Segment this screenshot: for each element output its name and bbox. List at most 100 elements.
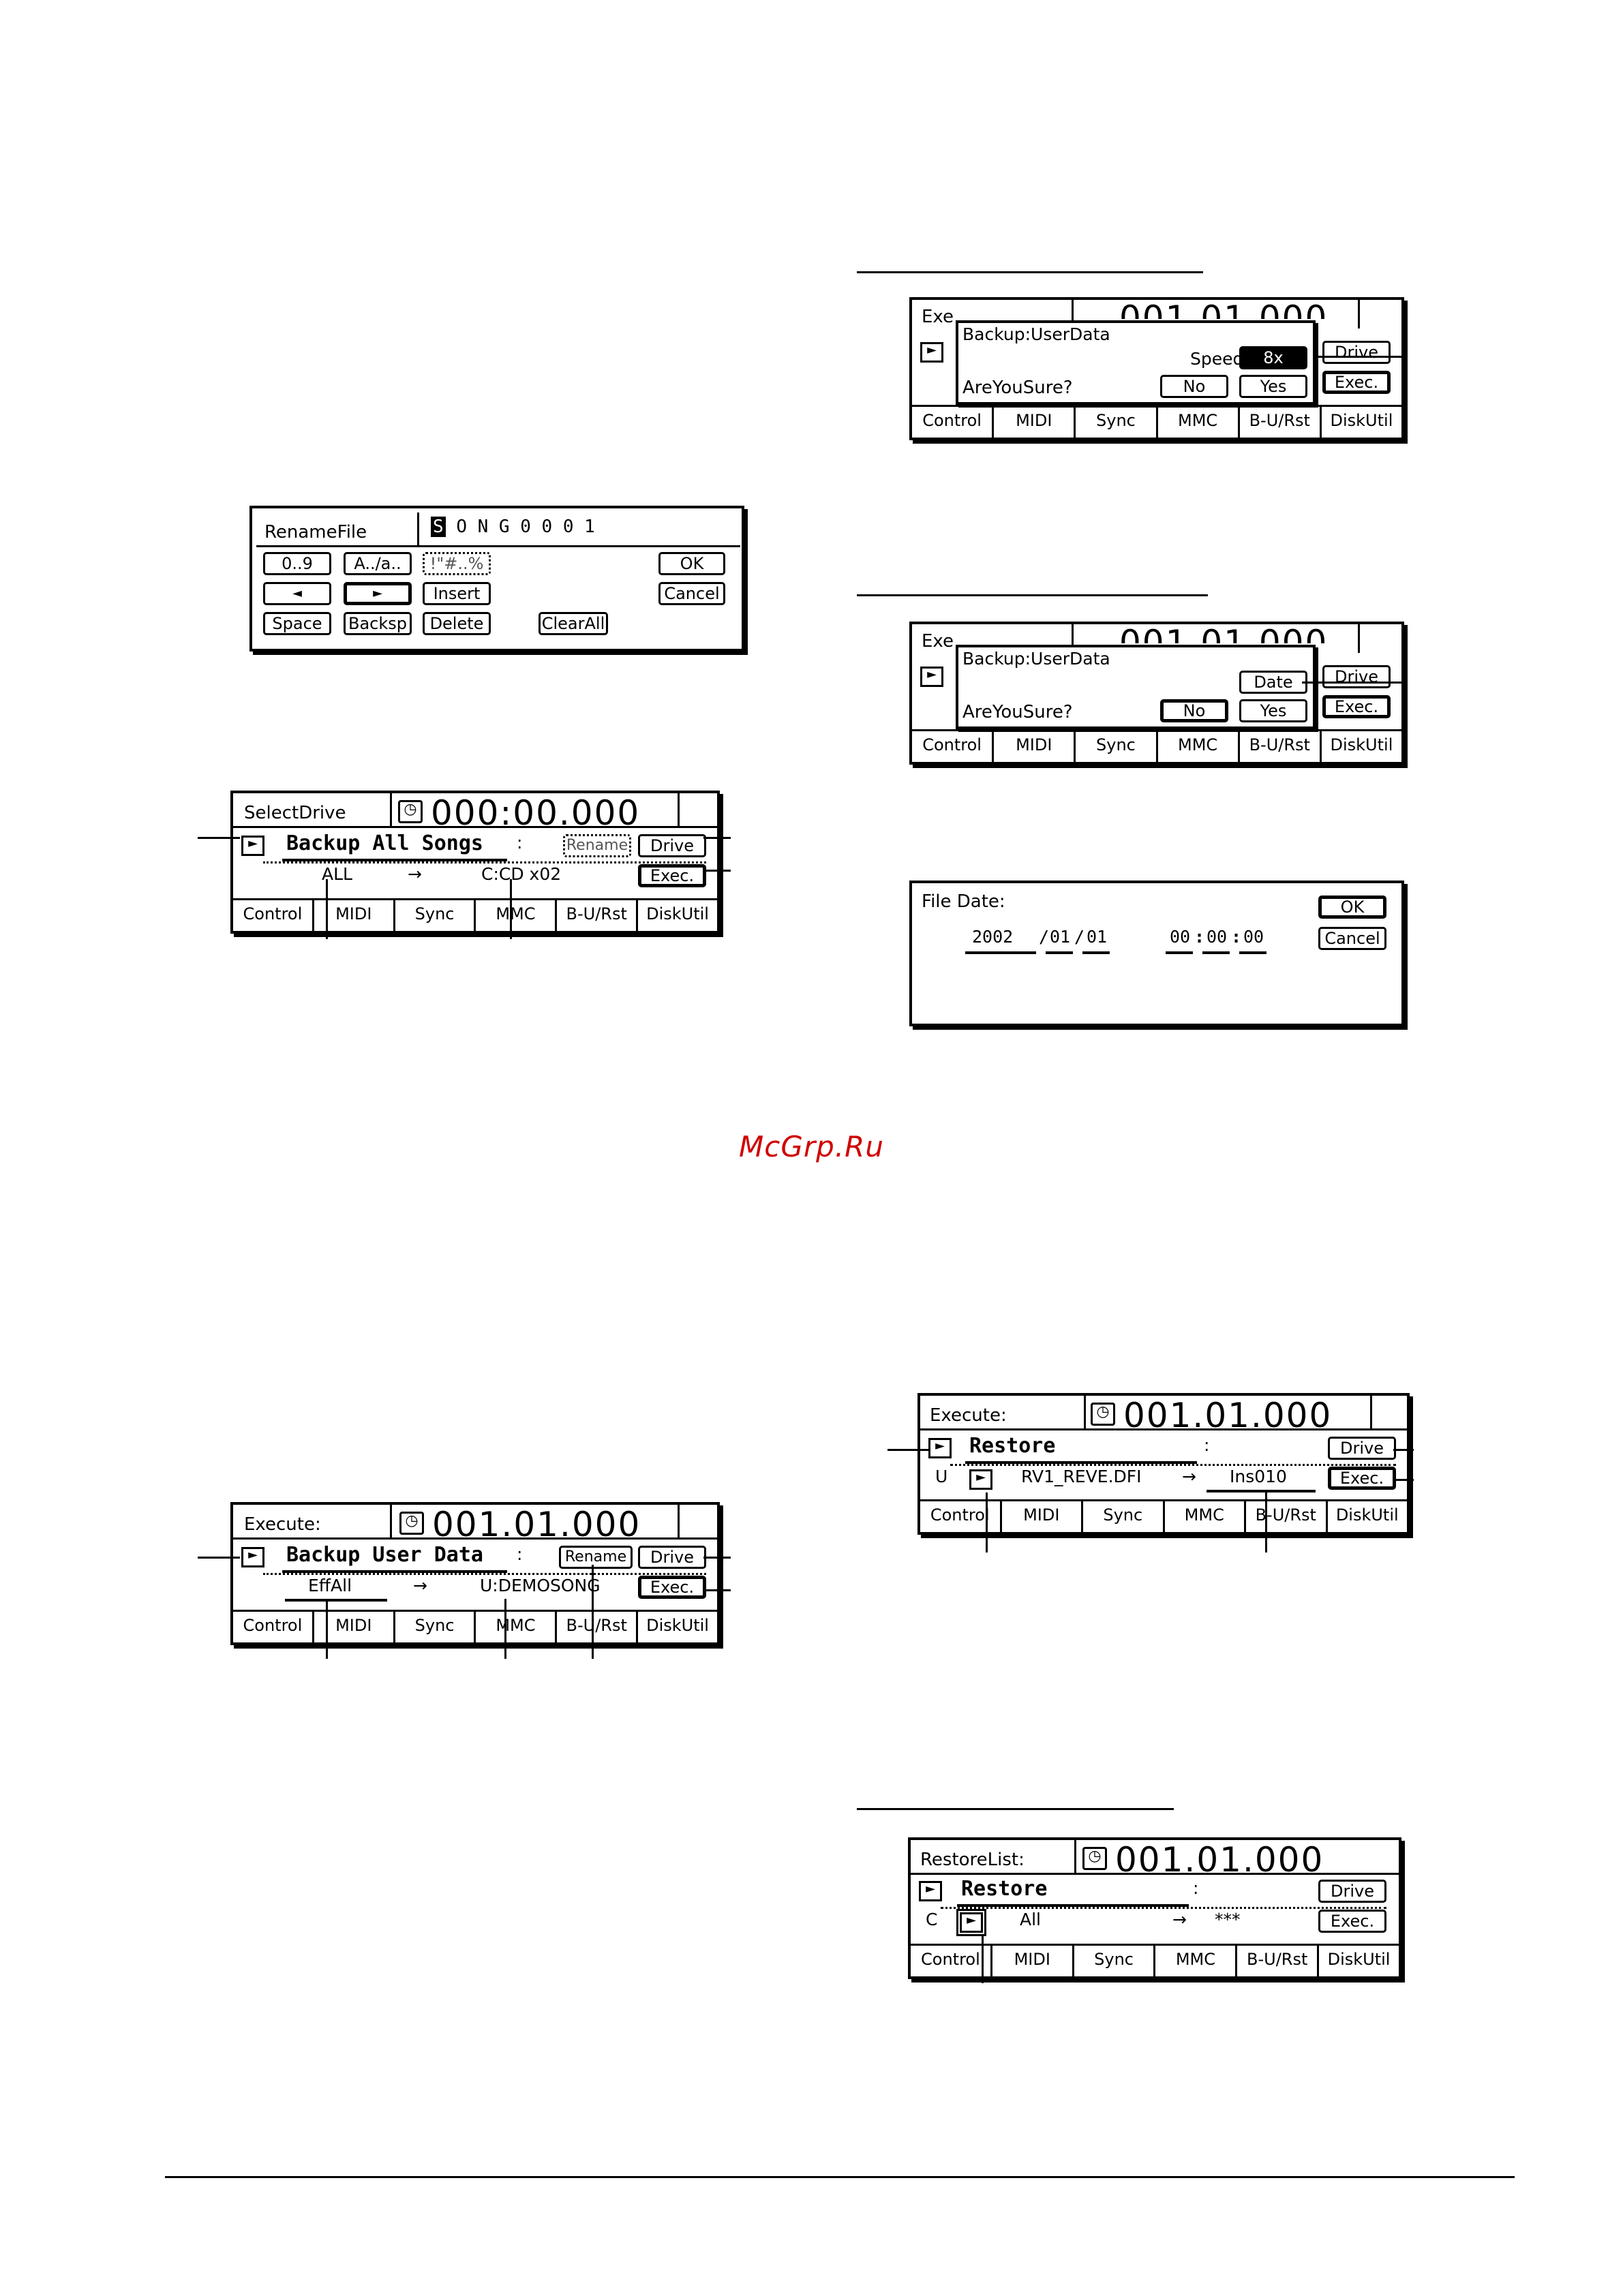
function-select-icon[interactable]: ► (920, 342, 943, 363)
tab-sync[interactable]: Sync (1074, 1946, 1156, 1976)
callout-line (888, 1449, 930, 1451)
yes-button[interactable]: Yes (1239, 699, 1307, 722)
drive-button[interactable]: Drive (638, 834, 706, 857)
colon: : (1204, 1435, 1210, 1455)
file-select-icon[interactable]: ► (969, 1469, 992, 1490)
yes-button[interactable]: Yes (1239, 375, 1307, 398)
callout-line (1316, 356, 1407, 358)
tab-mmc[interactable]: MMC (1158, 407, 1240, 438)
tab-control[interactable]: Control (912, 407, 995, 438)
destination-value[interactable]: U:DEMOSONG (480, 1576, 601, 1595)
tab-backup-restore[interactable]: B-U/Rst (1237, 1946, 1320, 1976)
drive-button[interactable]: Drive (1322, 341, 1391, 364)
no-button[interactable]: No (1160, 375, 1228, 398)
tab-control[interactable]: Control (911, 1946, 992, 1976)
tab-sync[interactable]: Sync (1076, 407, 1158, 438)
drive-button[interactable]: Drive (1328, 1437, 1396, 1460)
space-button[interactable]: Space (263, 612, 331, 635)
cancel-button[interactable]: Cancel (1318, 927, 1386, 950)
tab-mmc[interactable]: MMC (1165, 1501, 1246, 1532)
function-select-icon[interactable]: ► (241, 1547, 264, 1567)
function-name: Backup User Data (286, 1543, 483, 1567)
tab-midi[interactable]: MIDI (1002, 1501, 1083, 1532)
tab-control[interactable]: Control (233, 1612, 314, 1642)
insert-button[interactable]: Insert (423, 582, 491, 605)
tab-backup-restore[interactable]: B-U/Rst (1240, 731, 1322, 762)
tab-mmc[interactable]: MMC (476, 900, 558, 931)
file-select-icon[interactable]: ► (956, 1909, 986, 1936)
minute-field[interactable]: 00 (1207, 927, 1227, 947)
hour-field[interactable]: 00 (1170, 927, 1190, 947)
year-field[interactable]: 2002 (972, 927, 1013, 947)
exec-button[interactable]: Exec. (638, 1576, 706, 1599)
tab-sync[interactable]: Sync (395, 900, 476, 931)
exec-button[interactable]: Exec. (1322, 695, 1391, 718)
second-field[interactable]: 00 (1243, 927, 1264, 947)
tab-disk-util[interactable]: DiskUtil (638, 900, 717, 931)
source-value[interactable]: All (1020, 1910, 1041, 1929)
drive-button[interactable]: Drive (1318, 1880, 1386, 1903)
source-value[interactable]: EffAll (308, 1576, 352, 1595)
no-button[interactable]: No (1160, 699, 1228, 722)
digits-button[interactable]: 0..9 (263, 552, 331, 575)
cursor-char: S (431, 517, 446, 537)
drive-button[interactable]: Drive (638, 1546, 706, 1569)
backspace-button[interactable]: Backsp (344, 612, 412, 635)
tab-disk-util[interactable]: DiskUtil (1322, 407, 1401, 438)
tab-control[interactable]: Control (920, 1501, 1002, 1532)
filename-field[interactable]: S O N G 0 0 0 1 (431, 517, 595, 537)
date-button[interactable]: Date (1239, 671, 1307, 694)
function-select-icon[interactable]: ► (920, 667, 943, 687)
alpha-button[interactable]: A../a.. (344, 552, 412, 575)
tab-midi[interactable]: MIDI (992, 1946, 1074, 1976)
ok-button[interactable]: OK (658, 552, 725, 575)
tab-midi[interactable]: MIDI (994, 731, 1076, 762)
tab-disk-util[interactable]: DiskUtil (1322, 731, 1401, 762)
destination-value[interactable]: *** (1215, 1910, 1241, 1929)
tab-backup-restore[interactable]: B-U/Rst (557, 1612, 639, 1642)
tab-backup-restore[interactable]: B-U/Rst (1246, 1501, 1328, 1532)
function-select-icon[interactable]: ► (928, 1438, 952, 1458)
clear-all-button[interactable]: ClearAll (539, 612, 608, 635)
day-field[interactable]: 01 (1087, 927, 1107, 947)
drive-button[interactable]: Drive (1322, 665, 1391, 688)
exec-button[interactable]: Exec. (1322, 371, 1391, 394)
tab-disk-util[interactable]: DiskUtil (1328, 1501, 1408, 1532)
exec-button[interactable]: Exec. (1328, 1467, 1396, 1490)
tab-sync[interactable]: Sync (1076, 731, 1158, 762)
month-field[interactable]: 01 (1050, 927, 1070, 947)
exec-button[interactable]: Exec. (1318, 1910, 1386, 1933)
exec-button[interactable]: Exec. (638, 864, 706, 887)
clock-icon: ◷ (1082, 1847, 1107, 1870)
tab-sync[interactable]: Sync (395, 1612, 476, 1642)
tab-sync[interactable]: Sync (1083, 1501, 1165, 1532)
destination-value[interactable]: C:CD x02 (481, 864, 561, 884)
cursor-left-button[interactable]: ◄ (263, 582, 331, 605)
callout-line (703, 1557, 731, 1559)
tab-mmc[interactable]: MMC (1155, 1946, 1238, 1976)
tab-control[interactable]: Control (233, 900, 314, 931)
function-select-icon[interactable]: ► (919, 1881, 942, 1901)
rename-file-screen: RenameFile S O N G 0 0 0 1 0..9 A../a.. … (249, 506, 744, 652)
speed-value[interactable]: 8x (1239, 346, 1307, 369)
screen-title: SelectDrive (244, 803, 346, 823)
tab-mmc[interactable]: MMC (1158, 731, 1240, 762)
tab-control[interactable]: Control (912, 731, 995, 762)
tab-backup-restore[interactable]: B-U/Rst (557, 900, 639, 931)
delete-button[interactable]: Delete (423, 612, 491, 635)
day-underline (1082, 951, 1110, 954)
tab-backup-restore[interactable]: B-U/Rst (1240, 407, 1322, 438)
tab-disk-util[interactable]: DiskUtil (1319, 1946, 1399, 1976)
function-select-icon[interactable]: ► (241, 836, 264, 856)
rename-button[interactable]: Rename (563, 834, 631, 857)
tab-disk-util[interactable]: DiskUtil (638, 1612, 717, 1642)
destination-value[interactable]: Ins010 (1230, 1467, 1287, 1486)
symbols-button[interactable]: !"#..% (423, 552, 491, 575)
cancel-button[interactable]: Cancel (658, 582, 725, 605)
ok-button[interactable]: OK (1318, 896, 1386, 919)
rename-button[interactable]: Rename (559, 1546, 633, 1569)
source-value[interactable]: RV1_REVE.DFI (1021, 1467, 1142, 1486)
cursor-right-button[interactable]: ► (344, 582, 412, 605)
tab-midi[interactable]: MIDI (994, 407, 1076, 438)
tab-mmc[interactable]: MMC (476, 1612, 558, 1642)
